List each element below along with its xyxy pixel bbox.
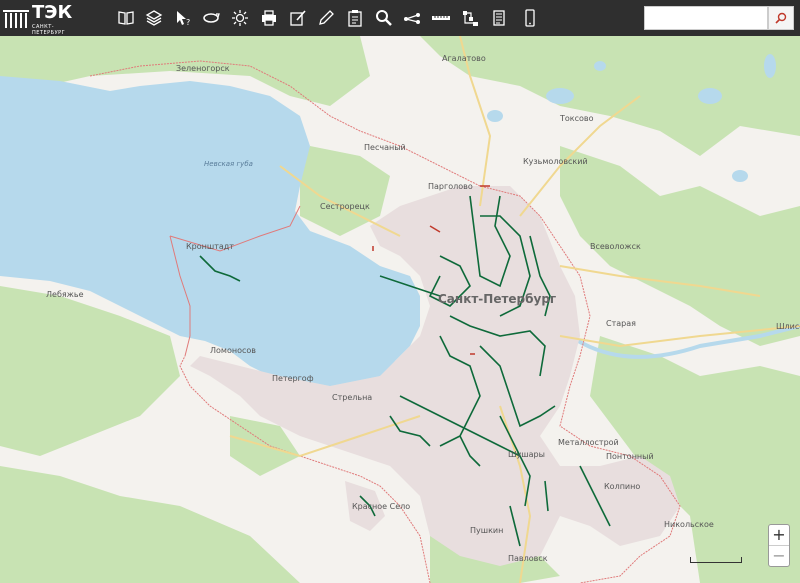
label-pontonny: Понтонный [606,452,654,461]
print-icon[interactable] [259,8,279,28]
label-kronshtadt: Кронштадт [186,242,234,251]
map-book-icon[interactable] [116,8,136,28]
label-peschany: Песчаный [364,143,406,152]
map-canvas[interactable]: Зеленогорск Агалатово Токсово Песчаный К… [0,36,800,583]
pencil-icon[interactable] [316,8,336,28]
label-sestroretsk: Сестрорецк [320,202,370,211]
search-icon [775,12,787,24]
label-staraya: Старая [606,319,636,328]
ruler-icon[interactable] [431,8,451,28]
tek-logo[interactable]: ТЭК САНКТ-ПЕТЕРБУРГ [2,2,86,36]
label-shlisselburg: Шлиссельбург [776,322,800,331]
search-button[interactable] [768,6,794,30]
label-strelna: Стрельна [332,393,373,402]
network-icon[interactable] [460,8,480,28]
label-metallostroy: Металлострой [558,438,619,447]
label-kuzmolovsky: Кузьмоловский [523,157,588,166]
label-peterhof: Петергоф [272,374,314,383]
layers-icon[interactable] [144,8,164,28]
toolbar: ТЭК САНКТ-ПЕТЕРБУРГ ? [0,0,800,36]
label-pushkin: Пушкин [470,526,504,535]
label-lebyazhye: Лебяжье [46,290,84,299]
search-input[interactable] [647,8,765,29]
label-pavlovsk: Павловск [508,554,548,563]
mobile-icon[interactable] [520,8,540,28]
search-field[interactable] [644,6,768,30]
logo-columns-icon [3,10,29,28]
zoom-out-button[interactable]: − [769,546,789,566]
label-pargolovo: Парголово [428,182,473,191]
label-spb: Санкт-Петербург [438,292,557,306]
label-krasnoe-selo: Красное Село [352,502,411,511]
label-kolpino: Колпино [604,482,641,491]
label-agalatovo: Агалатово [442,54,486,63]
label-zelenogorsk: Зеленогорск [176,64,230,73]
zoom-control: + − [768,524,790,567]
search-icon[interactable] [374,8,394,28]
rotate-icon[interactable] [201,8,221,28]
zoom-in-button[interactable]: + [769,525,789,546]
scale-bar [690,557,742,563]
label-lomonosov: Ломоносов [210,346,256,355]
clipboard-icon[interactable] [345,8,365,28]
map-base [0,36,800,583]
label-vsevolozhsk: Всеволожск [590,242,641,251]
brightness-icon[interactable] [230,8,250,28]
svg-text:?: ? [186,18,190,27]
edit-note-icon[interactable] [288,8,308,28]
label-nikolskoe: Никольское [664,520,714,529]
label-nevskaya-guba: Невская губа [204,160,253,168]
logo-subtitle: САНКТ-ПЕТЕРБУРГ [32,24,66,36]
logo-text: ТЭК [32,2,73,23]
label-shushary: Шушары [508,450,545,459]
route-icon[interactable] [402,8,422,28]
document-icon[interactable] [489,8,509,28]
identify-cursor-icon[interactable]: ? [173,8,193,28]
label-toksovo: Токсово [560,114,594,123]
